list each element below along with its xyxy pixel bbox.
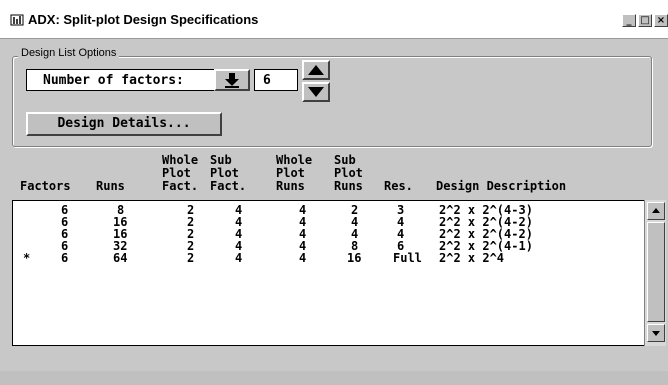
header-whole-plot-runs: Whole Plot Runs [276, 153, 313, 193]
factors-dropdown-button[interactable] [214, 69, 250, 91]
header-factors: Factors [20, 179, 71, 193]
header-whole-plot-fact: Whole Plot Fact. [162, 153, 199, 193]
scroll-down-arrow-icon [652, 331, 660, 336]
design-details-button[interactable]: Design Details... [26, 112, 222, 136]
scroll-up-button[interactable] [647, 202, 665, 220]
factors-increment-button[interactable] [302, 60, 330, 80]
header-sub-plot-runs: Sub Plot Runs [334, 153, 363, 193]
maximize-button[interactable]: □ [638, 14, 652, 27]
factors-decrement-button[interactable] [302, 82, 330, 102]
vertical-scrollbar[interactable] [644, 200, 666, 346]
down-triangle-icon [308, 87, 324, 97]
row-marker: * [23, 251, 31, 265]
close-button[interactable]: × [654, 14, 668, 27]
list-item[interactable]: * 6 64 2 4 4 16 Full 2^2 x 2^4 [13, 251, 504, 265]
split-plot-window: ADX: Split-plot Design Specifications _ … [0, 0, 668, 371]
header-sub-plot-fact: Sub Plot Fact. [210, 153, 247, 193]
list-item[interactable]: 6 16 2 4 4 4 4 2^2 x 2^(4-2) [13, 216, 533, 228]
title-bar[interactable]: ADX: Split-plot Design Specifications _ … [0, 0, 668, 39]
cell-res: Full [393, 251, 422, 265]
list-item[interactable]: 6 16 2 4 4 4 4 2^2 x 2^(4-2) [13, 228, 533, 240]
cell-sp-runs: 16 [347, 251, 362, 265]
cell-sp-fact: 4 [235, 251, 243, 265]
up-triangle-icon [308, 65, 324, 75]
factors-label-box: Number of factors: [26, 69, 234, 91]
list-item[interactable]: 6 8 2 4 4 2 3 2^2 x 2^(4-3) [13, 204, 533, 216]
header-runs: Runs [96, 179, 125, 193]
header-design-description: Design Description [436, 179, 567, 193]
factors-value-field[interactable]: 6 [254, 69, 298, 91]
window-title: ADX: Split-plot Design Specifications [28, 12, 259, 27]
scroll-up-arrow-icon [652, 208, 660, 213]
cell-factors: 6 [61, 251, 69, 265]
cell-wp-runs: 4 [299, 251, 307, 265]
cell-desc: 2^2 x 2^4 [439, 251, 505, 265]
minimize-button[interactable]: _ [622, 14, 636, 27]
header-resolution: Res. [384, 179, 413, 193]
factors-value: 6 [263, 73, 271, 88]
cell-runs: 64 [113, 251, 128, 265]
down-arrow-icon [225, 73, 239, 88]
list-item[interactable]: 6 32 2 4 4 8 6 2^2 x 2^(4-1) [13, 240, 533, 252]
cell-wp-fact: 2 [187, 251, 195, 265]
design-list[interactable]: 6 8 2 4 4 2 3 2^2 x 2^(4-3) 6 16 2 4 4 4… [12, 200, 666, 346]
app-icon [10, 14, 24, 26]
scroll-down-button[interactable] [647, 324, 665, 342]
factors-label: Number of factors: [43, 73, 184, 88]
group-label: Design List Options [18, 47, 120, 59]
scroll-thumb[interactable] [647, 222, 665, 322]
